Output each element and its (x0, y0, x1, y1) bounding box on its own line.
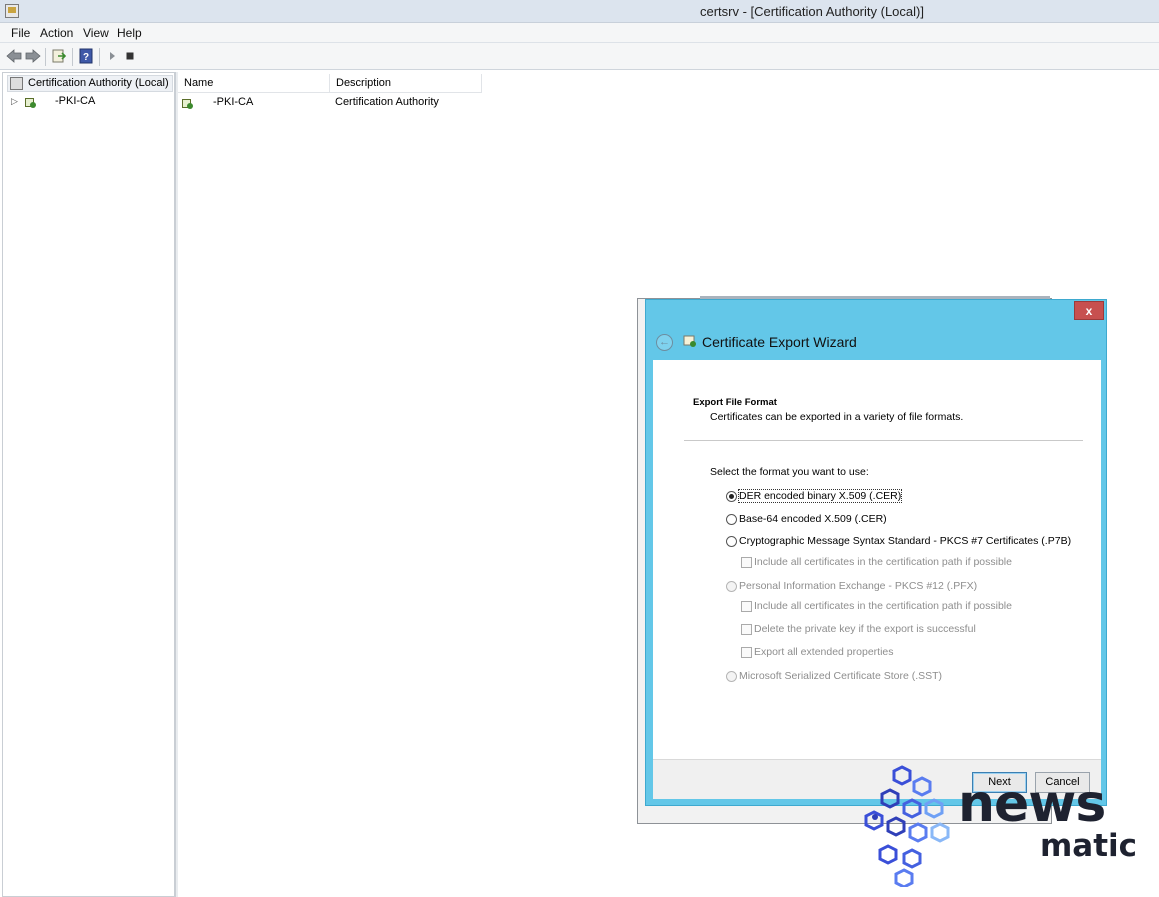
certificate-icon (683, 334, 697, 348)
option-sst-label: Microsoft Serialized Certificate Store (… (739, 670, 943, 682)
checkbox-pfx-delete-key[interactable] (741, 624, 752, 635)
menu-view[interactable]: View (83, 26, 109, 40)
app-icon (5, 4, 19, 18)
checkbox-pkcs7-include[interactable] (741, 557, 752, 568)
stop-service-icon[interactable] (121, 48, 139, 66)
menu-action[interactable]: Action (40, 26, 73, 40)
radio-sst[interactable] (726, 671, 737, 682)
back-arrow-icon[interactable] (5, 48, 23, 66)
wizard-body: Export File Format Certificates can be e… (653, 360, 1101, 759)
tree-child-label: -PKI-CA (55, 95, 96, 107)
format-prompt: Select the format you want to use: (710, 466, 869, 478)
option-pfx-export-ext-label: Export all extended properties (754, 646, 894, 658)
column-header-description[interactable]: Description (330, 74, 482, 93)
column-header-name[interactable]: Name (178, 74, 330, 93)
option-pfx-include-label: Include all certificates in the certific… (754, 600, 1012, 612)
toolbar-separator (45, 48, 46, 66)
certificate-export-wizard: x ← Certificate Export Wizard Export Fil… (645, 299, 1107, 806)
option-pfx-label: Personal Information Exchange - PKCS #12… (739, 580, 978, 592)
start-service-icon[interactable] (103, 48, 121, 66)
table-row[interactable]: -PKI-CA Certification Authority (178, 94, 778, 110)
row-name: -PKI-CA (213, 96, 254, 108)
window-title: certsrv - [Certification Authority (Loca… (700, 4, 924, 19)
logo-text-matic: matic (1040, 828, 1138, 864)
wizard-heading: Export File Format (693, 397, 777, 408)
toolbar-separator (99, 48, 100, 66)
back-arrow-icon[interactable]: ← (656, 334, 673, 351)
option-pkcs7-include-label: Include all certificates in the certific… (754, 556, 1012, 568)
checkbox-pfx-include[interactable] (741, 601, 752, 612)
toolbar: ? (0, 43, 1159, 70)
tree-item-pki-ca[interactable]: ▷ -PKI-CA (11, 94, 95, 109)
menu-file[interactable]: File (11, 26, 30, 40)
radio-pfx[interactable] (726, 581, 737, 592)
radio-der[interactable] (726, 491, 737, 502)
ca-server-icon (25, 95, 37, 108)
toolbar-separator (72, 48, 73, 66)
ca-server-icon (182, 96, 194, 109)
forward-arrow-icon[interactable] (24, 48, 42, 66)
option-pfx-delete-key-label: Delete the private key if the export is … (754, 623, 976, 635)
radio-base64[interactable] (726, 514, 737, 525)
logo-text-news: news (958, 774, 1106, 834)
wizard-title: Certificate Export Wizard (702, 334, 857, 350)
title-bar: certsrv - [Certification Authority (Loca… (0, 0, 1159, 23)
tree-item-certification-authority[interactable]: Certification Authority (Local) (7, 75, 173, 92)
menu-bar: File Action View Help (0, 23, 1159, 43)
tree-root-label: Certification Authority (Local) (28, 77, 169, 89)
divider (684, 440, 1083, 441)
wizard-subheading: Certificates can be exported in a variet… (710, 411, 964, 423)
row-description: Certification Authority (335, 96, 439, 108)
menu-help[interactable]: Help (117, 26, 142, 40)
checkbox-pfx-export-ext[interactable] (741, 647, 752, 658)
option-der-label: DER encoded binary X.509 (.CER) (737, 489, 903, 503)
radio-pkcs7[interactable] (726, 536, 737, 547)
expand-arrow-icon[interactable]: ▷ (11, 94, 18, 109)
close-button[interactable]: x (1074, 301, 1104, 320)
console-tree: Certification Authority (Local) ▷ -PKI-C… (2, 72, 175, 897)
option-pkcs7-label: Cryptographic Message Syntax Standard - … (739, 535, 1072, 547)
option-base64-label: Base-64 encoded X.509 (.CER) (739, 513, 887, 525)
export-list-icon[interactable] (50, 48, 68, 66)
svg-text:?: ? (83, 52, 89, 63)
certification-authority-icon (10, 77, 23, 90)
help-icon[interactable]: ? (77, 48, 95, 66)
